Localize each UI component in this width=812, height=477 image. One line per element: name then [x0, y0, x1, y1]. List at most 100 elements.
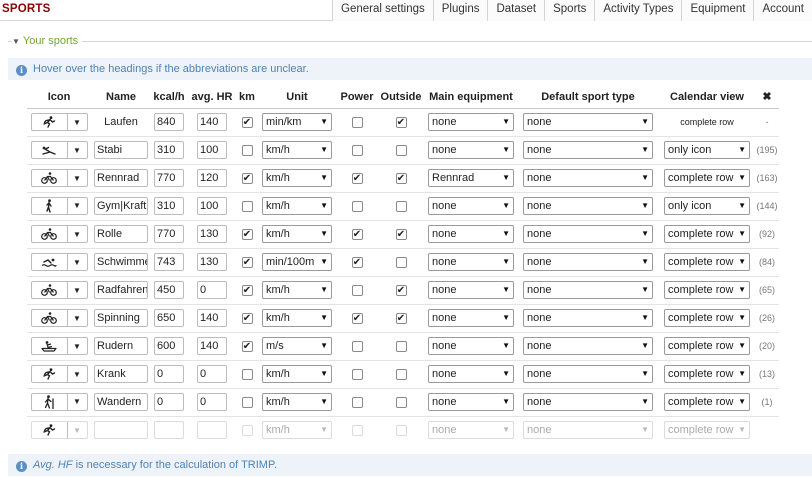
- icon-picker[interactable]: ▼: [30, 169, 88, 187]
- icon-picker[interactable]: ▼: [30, 365, 88, 383]
- unit-select[interactable]: km/h ▼: [262, 393, 332, 411]
- header-delete[interactable]: ✖: [755, 86, 779, 109]
- avg-hr-input[interactable]: 120: [197, 169, 227, 187]
- avg-hr-input[interactable]: 0: [197, 365, 227, 383]
- outside-checkbox[interactable]: [395, 144, 407, 156]
- avg-hr-input[interactable]: 140: [197, 113, 227, 131]
- tab-dataset[interactable]: Dataset: [487, 0, 545, 21]
- main-equipment-select[interactable]: none ▼: [428, 421, 514, 440]
- unit-select[interactable]: km/h ▼: [262, 281, 332, 299]
- header-main-equipment[interactable]: Main equipment: [425, 86, 517, 109]
- sport-name-input[interactable]: Rolle: [94, 225, 148, 243]
- main-equipment-select[interactable]: none ▼: [428, 309, 514, 327]
- sport-name-input[interactable]: [94, 421, 148, 440]
- outside-checkbox[interactable]: [395, 368, 407, 380]
- kcal-input[interactable]: 0: [154, 393, 184, 411]
- header-power[interactable]: Power: [337, 86, 377, 109]
- sport-name-input[interactable]: Schwimme: [94, 253, 148, 271]
- icon-picker[interactable]: ▼: [30, 253, 88, 271]
- km-checkbox[interactable]: [241, 144, 253, 156]
- tab-plugins[interactable]: Plugins: [432, 0, 488, 21]
- default-sport-type-select[interactable]: none ▼: [523, 393, 653, 411]
- calendar-view-select[interactable]: only icon ▼: [664, 197, 750, 215]
- header-unit[interactable]: Unit: [257, 86, 337, 109]
- power-checkbox[interactable]: [351, 424, 363, 436]
- calendar-view-select[interactable]: complete row ▼: [664, 253, 750, 271]
- outside-checkbox[interactable]: ✔: [395, 116, 407, 128]
- main-equipment-select[interactable]: none ▼: [428, 253, 514, 271]
- avg-hr-input[interactable]: 140: [197, 309, 227, 327]
- kcal-input[interactable]: 600: [154, 337, 184, 355]
- header-default-sport-type[interactable]: Default sport type: [517, 86, 659, 109]
- tab-sports[interactable]: Sports: [544, 0, 595, 21]
- outside-checkbox[interactable]: ✔: [395, 312, 407, 324]
- kcal-input[interactable]: 450: [154, 281, 184, 299]
- power-checkbox[interactable]: ✔: [351, 312, 363, 324]
- kcal-input[interactable]: [154, 421, 184, 440]
- outside-checkbox[interactable]: [395, 396, 407, 408]
- tab-general-settings[interactable]: General settings: [332, 0, 433, 21]
- calendar-view-select[interactable]: complete row ▼: [664, 393, 750, 411]
- avg-hr-input[interactable]: 130: [197, 253, 227, 271]
- icon-picker[interactable]: ▼: [30, 225, 88, 243]
- power-checkbox[interactable]: ✔: [351, 256, 363, 268]
- header-kcal[interactable]: kcal/h: [151, 86, 187, 109]
- unit-select[interactable]: min/km ▼: [262, 113, 332, 131]
- km-checkbox[interactable]: ✔: [241, 312, 253, 324]
- power-checkbox[interactable]: [351, 340, 363, 352]
- calendar-view-select[interactable]: complete row ▼: [664, 281, 750, 299]
- calendar-view-select[interactable]: complete row ▼: [664, 225, 750, 243]
- unit-select[interactable]: km/h ▼: [262, 197, 332, 215]
- avg-hr-input[interactable]: 100: [197, 197, 227, 215]
- kcal-input[interactable]: 310: [154, 141, 184, 159]
- sport-name-input[interactable]: Radfahren: [94, 281, 148, 299]
- km-checkbox[interactable]: [241, 396, 253, 408]
- default-sport-type-select[interactable]: none ▼: [523, 309, 653, 327]
- main-equipment-select[interactable]: none ▼: [428, 225, 514, 243]
- avg-hr-input[interactable]: 0: [197, 281, 227, 299]
- km-checkbox[interactable]: ✔: [241, 172, 253, 184]
- main-equipment-select[interactable]: none ▼: [428, 337, 514, 355]
- kcal-input[interactable]: 310: [154, 197, 184, 215]
- main-equipment-select[interactable]: none ▼: [428, 113, 514, 131]
- default-sport-type-select[interactable]: none ▼: [523, 225, 653, 243]
- unit-select[interactable]: km/h ▼: [262, 225, 332, 243]
- tab-account[interactable]: Account: [753, 0, 812, 21]
- kcal-input[interactable]: 840: [154, 113, 184, 131]
- kcal-input[interactable]: 743: [154, 253, 184, 271]
- km-checkbox[interactable]: ✔: [241, 284, 253, 296]
- unit-select[interactable]: km/h ▼: [262, 365, 332, 383]
- power-checkbox[interactable]: [351, 396, 363, 408]
- outside-checkbox[interactable]: [395, 200, 407, 212]
- outside-checkbox[interactable]: ✔: [395, 228, 407, 240]
- header-calendar-view[interactable]: Calendar view: [659, 86, 755, 109]
- outside-checkbox[interactable]: [395, 340, 407, 352]
- kcal-input[interactable]: 770: [154, 225, 184, 243]
- main-equipment-select[interactable]: none ▼: [428, 141, 514, 159]
- kcal-input[interactable]: 0: [154, 365, 184, 383]
- header-km[interactable]: km: [237, 86, 257, 109]
- avg-hr-input[interactable]: 0: [197, 393, 227, 411]
- default-sport-type-select[interactable]: none ▼: [523, 365, 653, 383]
- outside-checkbox[interactable]: [395, 256, 407, 268]
- icon-picker[interactable]: ▼: [30, 196, 88, 215]
- calendar-view-select[interactable]: only icon ▼: [664, 141, 750, 159]
- avg-hr-input[interactable]: 140: [197, 337, 227, 355]
- default-sport-type-select[interactable]: none ▼: [523, 169, 653, 187]
- sport-name-input[interactable]: Rudern: [94, 337, 148, 355]
- icon-picker[interactable]: ▼: [30, 281, 88, 299]
- km-checkbox[interactable]: [241, 200, 253, 212]
- km-checkbox[interactable]: ✔: [241, 340, 253, 352]
- power-checkbox[interactable]: ✔: [351, 172, 363, 184]
- power-checkbox[interactable]: [351, 284, 363, 296]
- power-checkbox[interactable]: [351, 144, 363, 156]
- default-sport-type-select[interactable]: none ▼: [523, 421, 653, 440]
- main-equipment-select[interactable]: none ▼: [428, 197, 514, 215]
- calendar-view-select[interactable]: complete row ▼: [664, 169, 750, 187]
- unit-select[interactable]: min/100m ▼: [262, 253, 332, 271]
- outside-checkbox[interactable]: ✔: [395, 172, 407, 184]
- outside-checkbox[interactable]: [395, 424, 407, 436]
- avg-hr-input[interactable]: 130: [197, 225, 227, 243]
- power-checkbox[interactable]: ✔: [351, 228, 363, 240]
- power-checkbox[interactable]: [351, 200, 363, 212]
